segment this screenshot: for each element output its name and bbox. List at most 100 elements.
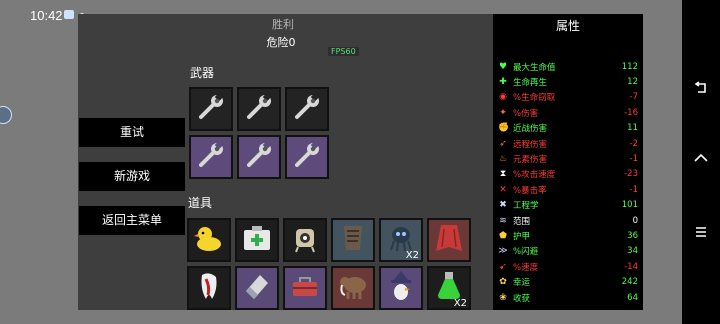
stat-value: -7	[629, 92, 638, 103]
item-slot[interactable]	[187, 266, 231, 310]
floating-assist-button[interactable]	[0, 106, 12, 124]
toolbox-icon	[288, 269, 322, 307]
stat-label: %暴击率	[513, 185, 547, 196]
dodge-icon: ≫	[498, 246, 508, 257]
stat-label: 元素伤害	[513, 154, 548, 165]
stat-value: 101	[621, 200, 638, 211]
witch-bird-icon	[384, 269, 418, 307]
armor-icon: ⬟	[499, 230, 507, 241]
stat-value: 242	[621, 277, 638, 288]
stat-label: %攻击速度	[513, 170, 556, 181]
robot-head-icon	[288, 221, 322, 259]
stat-label: 近战伤害	[513, 124, 548, 135]
harvest-icon: ❀	[499, 292, 507, 303]
fps-counter: FPS60	[328, 47, 359, 56]
recent-apps-icon[interactable]	[693, 224, 709, 240]
stat-row: ✦ %伤害 -16	[498, 105, 638, 120]
retry-button[interactable]: 重试	[79, 118, 185, 147]
stat-label: 收获	[513, 293, 531, 304]
victory-title: 胜利	[272, 18, 294, 31]
stat-value: 11	[627, 123, 638, 134]
armor-plate-icon	[336, 221, 370, 259]
weapons-title: 武器	[190, 66, 215, 80]
clock: 10:42	[30, 8, 63, 23]
stat-value: -1	[629, 184, 638, 195]
stat-row: ♥ 最大生命值 112	[498, 59, 638, 74]
mammoth-icon	[336, 269, 370, 307]
stat-label: 工程学	[513, 201, 539, 212]
elemental-icon: ♨	[498, 153, 508, 164]
weapon-slot[interactable]	[237, 135, 281, 179]
stat-value: 112	[621, 61, 638, 72]
stat-row: ⬟ 护甲 36	[498, 228, 638, 243]
tooth-icon	[192, 269, 226, 307]
stat-label: 范围	[513, 216, 531, 227]
stat-value: 34	[627, 246, 638, 257]
wrench-icon	[242, 138, 276, 176]
luck-icon: ✿	[499, 277, 507, 288]
red-cape-icon	[432, 221, 466, 259]
navigation-bar	[682, 0, 720, 324]
weapon-slot[interactable]	[237, 87, 281, 131]
ranged-icon: ➶	[499, 138, 507, 149]
stat-row: ✊ 近战伤害 11	[498, 121, 638, 136]
item-slot[interactable]: X2	[427, 266, 471, 310]
main-menu-button[interactable]: 返回主菜单	[79, 206, 185, 235]
stat-value: 36	[627, 230, 638, 241]
item-slot[interactable]: X2	[379, 218, 423, 262]
stat-row: ♨ 元素伤害 -1	[498, 151, 638, 166]
melee-icon: ✊	[498, 123, 510, 134]
stat-row: ➹ %速度 -14	[498, 259, 638, 274]
stat-row: ✿ 幸运 242	[498, 275, 638, 290]
stat-row: ❀ 收获 64	[498, 290, 638, 305]
stat-value: -14	[624, 261, 638, 272]
stat-value: 12	[627, 76, 638, 87]
stat-row: ✕ %暴击率 -1	[498, 182, 638, 197]
range-icon: ≋	[499, 215, 507, 226]
wrench-icon	[290, 90, 324, 128]
weapon-slot[interactable]	[189, 135, 233, 179]
item-slot[interactable]	[331, 266, 375, 310]
weapon-slot[interactable]	[189, 87, 233, 131]
stat-row: ≫ %闪避 34	[498, 244, 638, 259]
item-slot[interactable]	[187, 218, 231, 262]
item-slot[interactable]	[331, 218, 375, 262]
item-slot[interactable]	[427, 218, 471, 262]
stat-row: ≋ 范围 0	[498, 213, 638, 228]
item-slot[interactable]	[379, 266, 423, 310]
eraser-icon	[240, 269, 274, 307]
items-title: 道具	[188, 196, 213, 210]
crit-icon: ✕	[499, 184, 507, 195]
item-slot[interactable]	[235, 266, 279, 310]
heart-icon: ♥	[498, 61, 508, 72]
wrench-icon	[290, 138, 324, 176]
stat-value: 64	[627, 292, 638, 303]
home-icon[interactable]	[693, 152, 709, 168]
wrench-icon	[194, 138, 228, 176]
engineering-icon: ✖	[499, 200, 507, 211]
wrench-icon	[242, 90, 276, 128]
item-slot[interactable]	[283, 266, 327, 310]
stat-label: 幸运	[513, 278, 531, 289]
attack-speed-icon: ⧗	[499, 169, 507, 180]
stat-label: %生命窃取	[513, 93, 556, 104]
item-slot[interactable]	[235, 218, 279, 262]
lifesteal-icon: ◉	[499, 92, 507, 103]
stat-value: -23	[624, 169, 638, 180]
notification-icon	[64, 10, 74, 19]
item-slot[interactable]	[283, 218, 327, 262]
new-game-button[interactable]: 新游戏	[79, 162, 185, 191]
stat-label: 远程伤害	[513, 139, 548, 150]
stat-label: %速度	[513, 262, 539, 273]
weapon-slot[interactable]	[285, 87, 329, 131]
stat-value: -16	[624, 107, 638, 118]
stat-label: %伤害	[513, 108, 539, 119]
speed-icon: ➹	[499, 261, 507, 272]
stat-value: 0	[632, 215, 638, 226]
weapon-slot[interactable]	[285, 135, 329, 179]
medkit-icon	[240, 221, 274, 259]
stat-label: %闪避	[513, 247, 539, 258]
stat-label: 最大生命值	[513, 62, 556, 73]
stat-value: -1	[629, 153, 638, 164]
back-icon[interactable]	[693, 80, 709, 96]
